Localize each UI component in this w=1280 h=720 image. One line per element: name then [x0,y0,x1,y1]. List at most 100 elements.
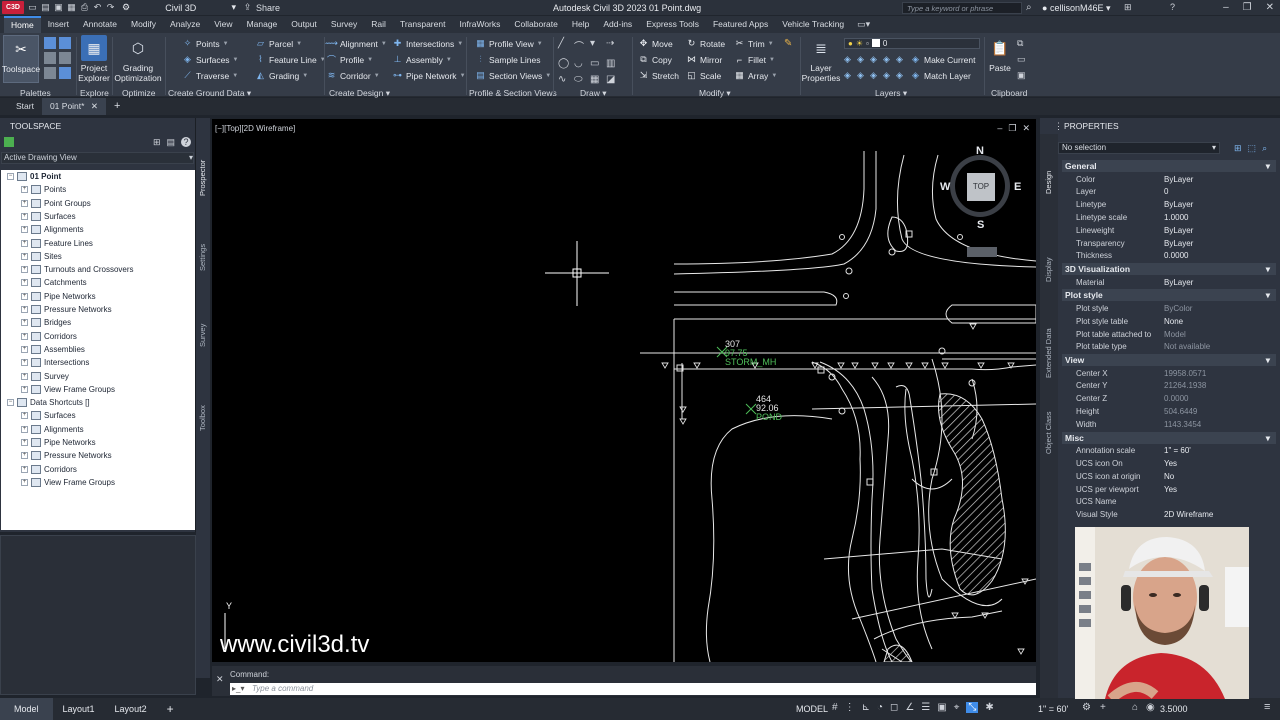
isolate-icon[interactable]: ⌂ [1132,702,1138,713]
minimize-icon[interactable]: – [1223,2,1229,13]
layer-tool-icon[interactable]: ◈ [896,70,909,81]
property-row[interactable]: Layer 0 [1062,186,1276,198]
expand-icon[interactable]: + [21,279,28,287]
tab-add-ins[interactable]: Add-ins [596,16,639,33]
arc-icon[interactable]: ◡ [574,58,590,69]
property-row[interactable]: Color ByLayer [1062,174,1276,186]
close-icon[interactable]: ✕ [91,101,98,111]
tab-insert[interactable]: Insert [41,16,76,33]
ribbon-toggle-icon[interactable]: ▭▾ [857,19,870,30]
prospector-icon[interactable] [4,137,14,147]
panel-palettes[interactable]: Palettes [20,88,51,98]
maximize-icon[interactable]: ❐ [1243,2,1252,13]
tree-icon[interactable]: ⊞ [153,137,161,148]
scale-button[interactable]: ◱ Scale [686,70,721,81]
viewcube-top-face[interactable]: TOP [967,173,995,201]
tree-item[interactable]: + Sites [21,251,62,261]
tab-layout2[interactable]: Layout2 [105,704,157,714]
panel-optimize[interactable]: Optimize [122,88,156,98]
layer-tool-icon[interactable]: ◈ [870,70,883,81]
expand-icon[interactable]: + [21,212,28,220]
tab-model[interactable]: Model [0,698,53,720]
tab-help[interactable]: Help [565,16,596,33]
list-icon[interactable]: ▤ [166,137,175,148]
table-icon[interactable]: ▦ [590,74,606,85]
tree-item[interactable]: + Bridges [21,318,71,328]
pencil-icon[interactable]: ✎ [784,38,792,49]
parcel-button[interactable]: ▱ Parcel ▼ [255,38,302,49]
stretch-button[interactable]: ⇲ Stretch [638,70,679,81]
layer-tool-icon[interactable]: ◈ [870,54,883,65]
match-layer-button[interactable]: ◈ Match Layer [910,70,971,81]
close-icon[interactable]: ✕ [1266,2,1274,13]
tab-rail[interactable]: Rail [364,16,393,33]
region-icon[interactable]: ◪ [606,74,622,85]
expand-icon[interactable]: + [21,359,28,367]
lineweight-icon[interactable]: ☰ [921,702,930,713]
property-row[interactable]: UCS icon at origin No [1062,471,1276,483]
sample-lines-button[interactable]: ⫶ Sample Lines [475,54,540,65]
drawing-viewport[interactable]: [−][Top][2D Wireframe] – ❐ ✕ 307 97.75 S… [212,119,1036,662]
expand-icon[interactable]: + [21,478,28,486]
layer-dropdown[interactable]: ● ☀ ▫ 0 [844,38,980,49]
points-button[interactable]: ✧ Points ▼ [182,38,229,49]
tab-modify[interactable]: Modify [124,16,163,33]
tree-item[interactable]: + Turnouts and Crossovers [21,265,134,275]
save-as-icon[interactable]: ▦ [67,2,76,13]
profile-view-button[interactable]: ▦ Profile View ▼ [475,38,542,49]
add-layout-button[interactable]: + [157,702,184,716]
chevron-down-icon[interactable]: ▾ [590,38,606,53]
tab-featured-apps[interactable]: Featured Apps [706,16,775,33]
layer-tool-icon[interactable]: ◈ [883,54,896,65]
view-dropdown[interactable]: Active Drawing View ▾ [1,152,194,164]
selection-dropdown[interactable]: No selection ▾ [1058,142,1220,154]
tab-annotate[interactable]: Annotate [76,16,124,33]
customize-icon[interactable]: ≡ [1264,701,1270,713]
expand-icon[interactable]: + [21,452,28,460]
tree-item[interactable]: + Corridors [21,464,77,474]
line-icon[interactable]: ╱ [558,38,574,53]
cut-icon[interactable]: ⧉ [1017,38,1026,49]
spline-icon[interactable]: ∿ [558,74,574,85]
expand-icon[interactable]: + [21,266,28,274]
osnap-icon[interactable]: ◻ [890,702,898,713]
elevation-value[interactable]: 3.5000 [1160,704,1188,714]
cart-icon[interactable]: ⊞ [1124,2,1132,13]
annotation-icon[interactable]: ⤡ [966,702,979,713]
ellipse-icon[interactable]: ⬭ [574,74,590,85]
print-icon[interactable]: ⎙ [80,2,89,13]
tab-display[interactable]: Display [1044,257,1053,282]
tab-survey[interactable]: Survey [198,324,207,347]
property-row[interactable]: Height 504.6449 [1062,406,1276,418]
chevron-down-icon[interactable]: ▾ [1266,263,1270,275]
property-row[interactable]: Transparency ByLayer [1062,238,1276,250]
layer-tool-icon[interactable]: ◈ [844,54,857,65]
array-button[interactable]: ▦ Array ▼ [734,70,777,81]
chevron-down-icon[interactable]: ▾ [1266,354,1270,366]
app-logo[interactable]: C3D [2,1,24,14]
annotation-scale[interactable]: 1" = 60' [1038,704,1068,714]
section-views-button[interactable]: ▤ Section Views ▼ [475,70,551,81]
tree-item[interactable]: + Pipe Networks [21,291,96,301]
expand-icon[interactable]: + [21,332,28,340]
help-icon[interactable]: ? [181,136,191,147]
property-section[interactable]: Plot style ▾ [1062,289,1276,302]
compass-west[interactable]: W [940,181,950,193]
rectangle-icon[interactable]: ▭ [590,58,606,69]
search-input[interactable]: Type a keyword or phrase [902,2,1022,14]
save-icon[interactable]: ▣ [54,2,63,13]
wcs-badge[interactable] [967,247,997,257]
tree-item[interactable]: + Surfaces [21,411,76,421]
property-row[interactable]: Visual Style 2D Wireframe [1062,509,1276,521]
copy-button[interactable]: ⧉ Copy [638,54,672,65]
property-row[interactable]: Plot table attached to Model [1062,329,1276,341]
tab-infraworks[interactable]: InfraWorks [452,16,507,33]
property-row[interactable]: Plot table type Not available [1062,341,1276,353]
chevron-down-icon[interactable]: ▾ [1266,160,1270,172]
panel-clipboard[interactable]: Clipboard [991,88,1027,98]
undo-icon[interactable]: ↶ [93,2,102,13]
tool-palettes-icon[interactable] [59,67,71,79]
point-label[interactable]: 307 97.75 STORM_MH [725,340,776,367]
polyline-icon[interactable]: ⌒ [574,38,590,53]
grid-icon[interactable]: # [832,702,838,713]
